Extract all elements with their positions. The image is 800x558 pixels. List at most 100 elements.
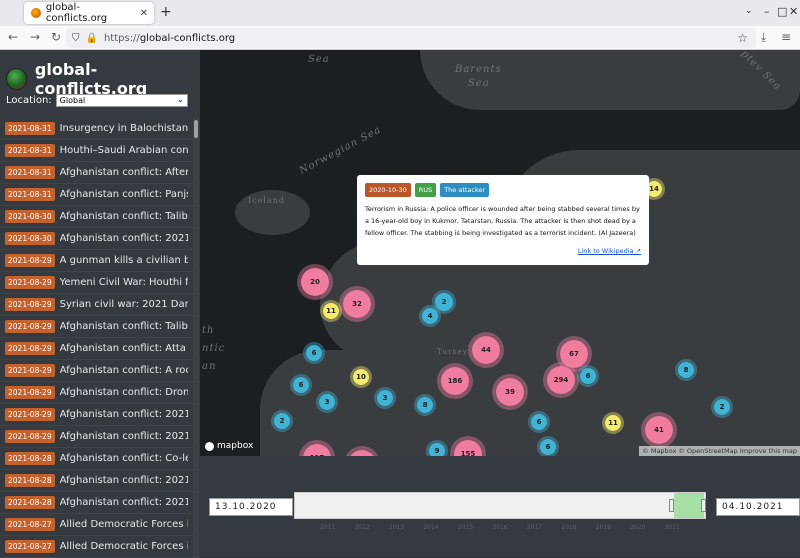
event-date-badge: 2021-08-31 <box>5 166 55 179</box>
year-tick: 2016 <box>492 524 508 531</box>
list-item[interactable]: 2021-08-28 Afghanistan conflict: Co-le... <box>0 448 200 470</box>
cluster-marker[interactable]: 3 <box>374 387 396 409</box>
menu-icon[interactable]: ≡ <box>781 30 791 44</box>
back-icon[interactable]: ← <box>8 30 18 44</box>
list-item[interactable]: 2021-08-29 Afghanistan conflict: Taliba..… <box>0 316 200 338</box>
map-label-th: th <box>202 325 215 336</box>
event-title: Yemeni Civil War: Houthi fo... <box>59 277 188 288</box>
list-item[interactable]: 2021-08-27 Allied Democratic Forces i... <box>0 536 200 558</box>
cluster-marker[interactable]: 41 <box>641 412 677 448</box>
cluster-marker[interactable]: 186 <box>437 363 473 399</box>
cluster-marker[interactable]: 294 <box>543 362 579 398</box>
reload-icon[interactable]: ↻ <box>51 30 61 44</box>
end-date-field[interactable]: 04.10.2021 <box>716 498 800 516</box>
start-date-field[interactable]: 13.10.2020 <box>209 498 293 516</box>
cluster-marker[interactable]: 44 <box>468 332 504 368</box>
event-title: Afghanistan conflict: 2021 ... <box>59 475 188 486</box>
location-row: Location: Global ⌄ <box>6 94 188 107</box>
location-select[interactable]: Global ⌄ <box>55 94 188 107</box>
new-tab-button[interactable]: + <box>160 4 172 20</box>
year-tick: 2018 <box>561 524 577 531</box>
map[interactable]: Sea Barents Sea Norwegian Sea Iceland pt… <box>200 50 800 456</box>
map-attribution[interactable]: © Mapbox © OpenStreetMap Improve this ma… <box>639 446 800 456</box>
list-item[interactable]: 2021-08-31 Insurgency in Balochistan, ... <box>0 118 200 140</box>
cluster-marker[interactable]: 11 <box>602 412 624 434</box>
year-ticks: 2011 2012 2013 2014 2015 2016 2017 2018 2019 2020… <box>294 524 706 531</box>
year-tick: 2015 <box>457 524 474 531</box>
close-tab-icon[interactable]: ✕ <box>140 8 148 19</box>
range-handle-end[interactable] <box>701 499 706 512</box>
cluster-marker[interactable]: 3 <box>316 391 338 413</box>
forward-icon[interactable]: → <box>30 30 40 44</box>
lock-icon[interactable]: 🔒 <box>86 33 98 44</box>
event-date-badge: 2021-08-30 <box>5 210 55 223</box>
cluster-marker[interactable]: 20 <box>297 264 333 300</box>
timeline-bar: 13.10.2020 2011 2012 2013 2014 2015 2016 2017 2… <box>200 456 800 557</box>
list-item[interactable]: 2021-08-29 Syrian civil war: 2021 Dara... <box>0 294 200 316</box>
event-title: Insurgency in Balochistan, ... <box>59 123 188 134</box>
list-item[interactable]: 2021-08-31 Afghanistan conflict: Panjs... <box>0 184 200 206</box>
range-handle-start[interactable] <box>669 499 674 512</box>
event-title: Houthi–Saudi Arabian confl... <box>59 145 188 156</box>
list-item[interactable]: 2021-08-29 Afghanistan conflict: 2021 ... <box>0 426 200 448</box>
cluster-marker[interactable]: 8 <box>414 394 436 416</box>
mapbox-logo[interactable]: mapbox <box>205 441 253 451</box>
shield-icon[interactable]: ⛉ <box>72 33 80 44</box>
list-tabs-icon[interactable]: ⌄ <box>745 6 753 16</box>
map-label-barents-sea: Sea <box>468 78 490 89</box>
brand[interactable]: global-conflicts.org <box>6 60 200 98</box>
location-value: Global <box>59 96 86 105</box>
event-date-badge: 2021-08-31 <box>5 188 55 201</box>
list-item[interactable]: 2021-08-28 Afghanistan conflict: 2021 ... <box>0 492 200 514</box>
list-item[interactable]: 2021-08-31 Houthi–Saudi Arabian confl... <box>0 140 200 162</box>
year-tick: 2013 <box>388 524 405 531</box>
event-date-badge: 2021-08-29 <box>5 342 55 355</box>
cluster-marker[interactable]: 11 <box>320 300 342 322</box>
cluster-marker[interactable]: 6 <box>290 374 312 396</box>
event-date-badge: 2021-08-29 <box>5 364 55 377</box>
date-range-slider[interactable] <box>294 492 706 519</box>
event-title: Syrian civil war: 2021 Dara... <box>59 299 188 310</box>
list-item[interactable]: 2021-08-29 Afghanistan conflict: Atta ... <box>0 338 200 360</box>
active-tab[interactable]: global-conflicts.org ✕ <box>24 2 154 24</box>
cluster-marker[interactable]: 6 <box>537 436 559 456</box>
map-label-barents: Barents <box>455 64 502 75</box>
url-bar[interactable]: ⛉ 🔒 https://global-conflicts.org ☆ <box>66 28 756 48</box>
scrollbar-track[interactable] <box>193 118 199 557</box>
cluster-marker[interactable]: 2 <box>711 396 733 418</box>
cluster-marker[interactable]: 8 <box>675 359 697 381</box>
list-item[interactable]: 2021-08-30 Afghanistan conflict: Taliba..… <box>0 206 200 228</box>
year-tick: 2020 <box>630 524 646 531</box>
list-item[interactable]: 2021-08-29 Afghanistan conflict: 2021 ... <box>0 404 200 426</box>
wikipedia-link[interactable]: Link to Wikipedia ↗ <box>578 247 641 255</box>
maximize-icon[interactable]: □ <box>777 5 787 18</box>
scrollbar-thumb[interactable] <box>194 120 198 138</box>
downloads-icon[interactable]: ⤓ <box>761 30 766 45</box>
popup-description: Terrorism in Russia: A police officer is… <box>365 205 640 237</box>
cluster-marker[interactable]: 2 <box>271 410 293 432</box>
event-title: Afghanistan conflict: Atta ... <box>59 343 188 354</box>
list-item[interactable]: 2021-08-29 Afghanistan conflict: A roc... <box>0 360 200 382</box>
cluster-marker[interactable]: 6 <box>577 365 599 387</box>
list-item[interactable]: 2021-08-29 Yemeni Civil War: Houthi fo... <box>0 272 200 294</box>
cluster-marker[interactable]: 6 <box>528 411 550 433</box>
list-item[interactable]: 2021-08-29 Afghanistan conflict: Dron... <box>0 382 200 404</box>
cluster-marker[interactable]: 6 <box>303 342 325 364</box>
cluster-marker[interactable]: 10 <box>350 366 372 388</box>
event-title: Afghanistan conflict: Taliba... <box>59 321 188 332</box>
year-tick: 2011 <box>320 524 336 531</box>
list-item[interactable]: 2021-08-29 A gunman kills a civilian b... <box>0 250 200 272</box>
list-item[interactable]: 2021-08-27 Allied Democratic Forces i... <box>0 514 200 536</box>
event-date-badge: 2021-08-29 <box>5 430 55 443</box>
cluster-marker[interactable]: 39 <box>492 374 528 410</box>
cluster-marker[interactable]: 9 <box>426 440 448 456</box>
list-item[interactable]: 2021-08-28 Afghanistan conflict: 2021 ... <box>0 470 200 492</box>
bookmark-star-icon[interactable]: ☆ <box>737 31 748 45</box>
list-item[interactable]: 2021-08-30 Afghanistan conflict: 2021 ... <box>0 228 200 250</box>
list-item[interactable]: 2021-08-31 Afghanistan conflict: After... <box>0 162 200 184</box>
cluster-marker[interactable]: 4 <box>419 305 441 327</box>
selected-range[interactable] <box>674 493 704 518</box>
cluster-marker[interactable]: 32 <box>339 286 375 322</box>
window-close-icon[interactable]: ✕ <box>789 5 798 18</box>
minimize-icon[interactable]: – <box>764 5 770 18</box>
